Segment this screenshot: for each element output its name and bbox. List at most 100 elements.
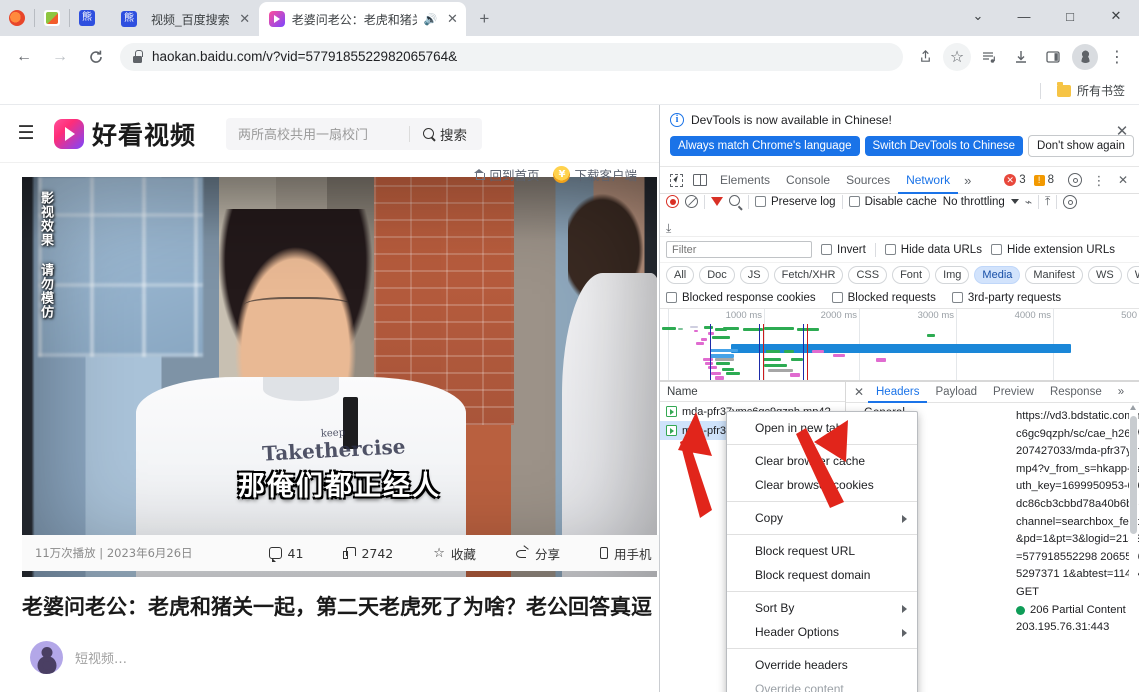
more-vertical-icon[interactable]: ⋮ <box>1087 168 1111 192</box>
close-icon[interactable]: ✕ <box>237 11 253 27</box>
menu-item-header-options[interactable]: Header Options <box>727 620 917 644</box>
third-party-requests-checkbox[interactable]: 3rd-party requests <box>951 292 1061 304</box>
tab-headers[interactable]: Headers <box>868 382 927 403</box>
maximize-icon[interactable]: □ <box>1047 0 1093 32</box>
tab-console[interactable]: Console <box>778 167 838 194</box>
profile-icon[interactable] <box>1072 43 1098 70</box>
blocked-response-cookies-checkbox[interactable]: Blocked response cookies <box>666 292 816 304</box>
close-window-icon[interactable]: ✕ <box>1093 0 1139 32</box>
throttling-select[interactable]: No throttling <box>943 196 1005 208</box>
more-panels-icon[interactable]: » <box>958 173 977 188</box>
network-conditions-icon[interactable]: ⌁ <box>1025 195 1032 209</box>
request-context-menu[interactable]: Open in new tab Clear browser cache Clea… <box>726 411 918 692</box>
type-pill-media[interactable]: Media <box>974 266 1021 284</box>
reading-list-icon[interactable] <box>975 43 1003 71</box>
menu-item-copy[interactable]: Copy <box>727 506 917 530</box>
preserve-log-checkbox[interactable]: Preserve log <box>755 196 836 208</box>
type-pill-ws[interactable]: WS <box>1087 266 1122 284</box>
close-icon[interactable]: ✕ <box>444 11 460 27</box>
tab-search-icon[interactable]: ⌄ <box>955 0 1001 32</box>
record-icon[interactable] <box>666 195 679 208</box>
settings-gear-icon[interactable] <box>1063 168 1087 192</box>
menu-item-block-request-domain[interactable]: Block request domain <box>727 563 917 587</box>
search-button[interactable]: 搜索 <box>410 124 480 144</box>
switch-to-chinese-button[interactable]: Switch DevTools to Chinese <box>864 136 1024 156</box>
search-box[interactable]: 搜索 <box>226 117 483 150</box>
audio-playing-icon[interactable]: 🔊 <box>424 13 438 26</box>
blocked-requests-checkbox[interactable]: Blocked requests <box>831 292 936 304</box>
type-pill-wasm[interactable]: Wasm <box>1126 266 1139 284</box>
close-devtools-icon[interactable]: ✕ <box>1111 168 1135 192</box>
tab-response[interactable]: Response <box>1042 382 1110 403</box>
bookmark-star-icon[interactable]: ☆ <box>943 42 971 71</box>
invert-checkbox[interactable]: Invert <box>821 244 866 256</box>
menu-icon[interactable]: ⋮ <box>1103 43 1131 71</box>
hide-extension-urls-checkbox[interactable]: Hide extension URLs <box>990 244 1115 256</box>
reload-icon[interactable] <box>81 42 111 72</box>
menu-item-block-request-url[interactable]: Block request URL <box>727 539 917 563</box>
side-panel-icon[interactable] <box>1039 43 1067 71</box>
tab-preview[interactable]: Preview <box>985 382 1042 403</box>
type-pill-manifest[interactable]: Manifest <box>1025 266 1083 284</box>
hide-data-urls-checkbox[interactable]: Hide data URLs <box>884 244 982 256</box>
network-overview[interactable]: 1000 ms 2000 ms 3000 ms 4000 ms 500 <box>660 309 1139 381</box>
share-button[interactable]: 分享 <box>515 544 560 563</box>
type-pill-font[interactable]: Font <box>892 266 931 284</box>
chevron-down-icon[interactable] <box>1010 199 1019 204</box>
address-bar[interactable]: haokan.baidu.com/v?vid=57791855229820657… <box>120 42 903 71</box>
search-input[interactable] <box>238 126 410 141</box>
search-icon[interactable] <box>729 195 742 208</box>
type-pill-fetch-xhr[interactable]: Fetch/XHR <box>773 266 844 284</box>
type-pill-doc[interactable]: Doc <box>699 266 735 284</box>
hamburger-icon[interactable]: ☰ <box>14 124 38 143</box>
request-list-header[interactable]: Name <box>660 382 845 402</box>
scrollbar-thumb[interactable] <box>1130 416 1137 534</box>
close-icon[interactable]: ✕ <box>1113 123 1131 141</box>
like-button[interactable]: 2742 <box>343 546 393 561</box>
always-match-language-button[interactable]: Always match Chrome's language <box>670 136 860 156</box>
type-pill-js[interactable]: JS <box>739 266 769 284</box>
tab-payload[interactable]: Payload <box>927 382 985 403</box>
type-pill-all[interactable]: All <box>666 266 695 284</box>
forward-icon[interactable]: → <box>45 42 75 72</box>
watch-on-phone-button[interactable]: 用手机 <box>599 544 651 563</box>
back-icon[interactable]: ← <box>9 42 39 72</box>
disable-cache-checkbox[interactable]: Disable cache <box>848 196 937 208</box>
more-detail-tabs-icon[interactable]: » <box>1110 382 1132 403</box>
author-row[interactable]: 短视频… <box>30 641 127 674</box>
menu-item-open-in-new-tab[interactable]: Open in new tab <box>727 416 917 440</box>
device-toolbar-icon[interactable] <box>688 168 712 192</box>
inspect-icon[interactable] <box>664 168 688 192</box>
clear-icon[interactable] <box>685 195 698 208</box>
downloads-icon[interactable] <box>1007 43 1035 71</box>
type-pill-img[interactable]: Img <box>935 266 970 284</box>
menu-item-clear-browser-cache[interactable]: Clear browser cache <box>727 449 917 473</box>
filter-input[interactable] <box>666 241 812 258</box>
new-tab-button[interactable]: + <box>470 5 498 33</box>
back-to-home-button[interactable]: 回到首页 <box>473 165 539 184</box>
minimize-icon[interactable]: — <box>1001 0 1047 32</box>
share-icon[interactable] <box>911 43 939 71</box>
baidu-icon[interactable] <box>79 10 95 26</box>
hao123-icon[interactable] <box>44 10 60 26</box>
weibo-icon[interactable] <box>9 10 25 26</box>
site-logo[interactable]: 好看视频 <box>54 116 196 152</box>
detail-scrollbar[interactable] <box>1129 404 1138 660</box>
type-pill-css[interactable]: CSS <box>848 266 888 284</box>
network-settings-gear-icon[interactable] <box>1063 194 1078 209</box>
comment-button[interactable]: 41 <box>268 546 303 562</box>
tab-elements[interactable]: Elements <box>712 167 778 194</box>
browser-tab-2[interactable]: 老婆问老公：老虎和猪关一… 🔊 ✕ <box>258 2 467 36</box>
tab-sources[interactable]: Sources <box>838 167 898 194</box>
import-har-icon[interactable]: ⤒ <box>1045 194 1050 209</box>
tab-network[interactable]: Network <box>898 167 958 194</box>
export-har-icon[interactable]: ⤓ <box>666 221 671 236</box>
menu-item-override-headers[interactable]: Override headers <box>727 653 917 677</box>
menu-item-clear-browser-cookies[interactable]: Clear browser cookies <box>727 473 917 497</box>
browser-tab-1[interactable]: 视频_百度搜索 ✕ <box>104 2 259 36</box>
video-player[interactable]: keep Takethercise 影视效果 请勿模仿 那俺们都正经人 <box>22 177 657 577</box>
menu-item-sort-by[interactable]: Sort By <box>727 596 917 620</box>
download-app-button[interactable]: 下载客户端 <box>553 165 637 184</box>
favorite-button[interactable]: ☆ 收藏 <box>433 544 476 563</box>
close-icon[interactable]: ✕ <box>850 385 868 399</box>
